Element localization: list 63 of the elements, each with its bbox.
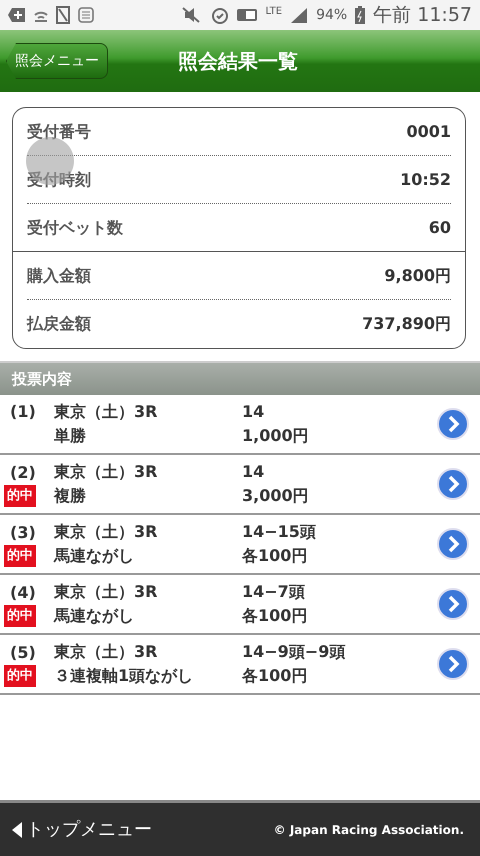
- horse-selection: 14−9頭−9頭: [242, 641, 346, 663]
- chevron-icon[interactable]: [436, 407, 470, 441]
- hit-badge: 的中: [4, 665, 36, 687]
- hit-badge: 的中: [4, 605, 36, 627]
- list-icon: [78, 7, 94, 23]
- top-menu-link[interactable]: トップメニュー: [12, 816, 152, 843]
- race-name: 東京（土）3R: [54, 521, 158, 543]
- bet-number: (4): [10, 582, 37, 604]
- bet-number: (5): [10, 642, 37, 664]
- bet-row[interactable]: (2) 的中 東京（土）3R 複勝 14 3,000円: [0, 455, 480, 515]
- back-button[interactable]: 照会メニュー: [6, 43, 108, 79]
- chevron-icon[interactable]: [436, 527, 470, 561]
- hit-badge: 的中: [4, 485, 36, 507]
- race-name: 東京（土）3R: [54, 641, 158, 663]
- battery-label: 94%: [316, 6, 348, 24]
- field-value: 60: [428, 216, 451, 238]
- horse-selection: 14−15頭: [242, 521, 317, 543]
- chevron-icon[interactable]: [436, 647, 470, 681]
- field-value: 0001: [406, 120, 451, 142]
- network-label: LTE: [265, 5, 282, 19]
- bet-row[interactable]: (3) 的中 東京（土）3R 馬連ながし 14−15頭 各100円: [0, 515, 480, 575]
- bet-row[interactable]: (5) 的中 東京（土）3R ３連複軸1頭ながし 14−9頭−9頭 各100円: [0, 635, 480, 695]
- field-label: 購入金額: [27, 264, 91, 286]
- plus-icon: [8, 7, 26, 23]
- bet-number: (1): [10, 401, 37, 423]
- field-value: 9,800円: [384, 264, 451, 286]
- horse-selection: 14−7頭: [242, 581, 306, 603]
- field-value: 737,890円: [362, 313, 451, 335]
- signal-icon: [290, 7, 308, 23]
- bet-amount: 1,000円: [242, 425, 310, 447]
- bet-row[interactable]: (4) 的中 東京（土）3R 馬連ながし 14−7頭 各100円: [0, 575, 480, 635]
- field-label: 受付ベット数: [27, 216, 123, 238]
- page-title: 照会結果一覧: [178, 48, 298, 75]
- alarm-icon: [211, 6, 230, 24]
- bet-number: (2): [10, 462, 37, 484]
- horse-selection: 14: [242, 461, 266, 483]
- bet-type: 単勝: [54, 425, 87, 447]
- bet-amount: 各100円: [242, 605, 308, 627]
- hit-badge: 的中: [4, 545, 36, 567]
- field-value: 10:52: [400, 168, 451, 190]
- bet-row[interactable]: (1) 東京（土）3R 単勝 14 1,000円: [0, 395, 480, 455]
- chevron-icon[interactable]: [436, 467, 470, 501]
- triangle-left-icon: [12, 822, 22, 838]
- bet-amount: 3,000円: [242, 485, 310, 507]
- chevron-icon[interactable]: [436, 587, 470, 621]
- section-header: 投票内容: [0, 361, 480, 395]
- bet-type: 複勝: [54, 485, 87, 507]
- bet-amount: 各100円: [242, 545, 308, 567]
- bet-amount: 各100円: [242, 665, 308, 687]
- battery-icon: [355, 6, 366, 24]
- race-name: 東京（土）3R: [54, 401, 158, 423]
- field-label: 払戻金額: [27, 313, 91, 335]
- bet-type: ３連複軸1頭ながし: [54, 665, 194, 687]
- bet-type: 馬連ながし: [54, 545, 135, 567]
- horse-selection: 14: [242, 401, 266, 423]
- clock: 午前 11:57: [373, 2, 472, 28]
- race-name: 東京（土）3R: [54, 461, 158, 483]
- bet-number: (3): [10, 522, 37, 544]
- bet-type: 馬連ながし: [54, 605, 135, 627]
- field-label: 受付時刻: [27, 168, 91, 190]
- field-label: 受付番号: [27, 120, 91, 142]
- race-name: 東京（土）3R: [54, 581, 158, 603]
- copyright: © Japan Racing Association.: [274, 822, 464, 838]
